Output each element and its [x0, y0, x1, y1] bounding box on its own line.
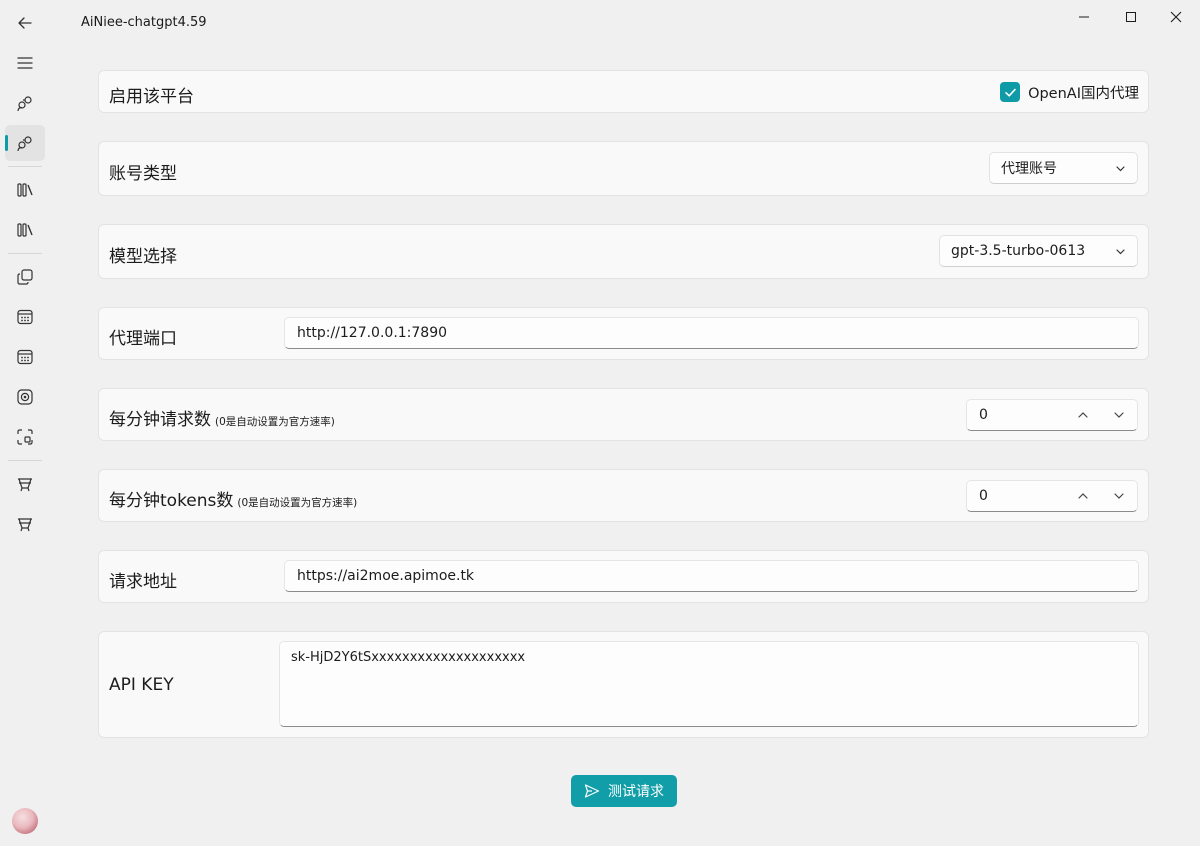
sidebar-item-copy[interactable] [5, 259, 45, 295]
back-button[interactable] [5, 5, 45, 41]
chevron-down-icon [1114, 412, 1124, 418]
rpm-label-text: 每分钟请求数 [109, 410, 211, 430]
proxy-port-label: 代理端口 [109, 329, 177, 349]
tpm-value: 0 [979, 488, 988, 504]
rpm-value: 0 [979, 407, 988, 423]
model-label: 模型选择 [109, 247, 177, 267]
sidebar-divider [8, 166, 42, 167]
chevron-up-icon [1078, 412, 1088, 418]
sidebar-item-calendar-1[interactable] [5, 299, 45, 335]
chevron-down-icon [1103, 246, 1137, 257]
sidebar-divider [8, 460, 42, 461]
enable-platform-card: 启用该平台 OpenAI国内代理 [98, 70, 1149, 113]
navigation-sidebar [0, 0, 50, 846]
api-key-card: API KEY sk-HjD2Y6tSxxxxxxxxxxxxxxxxxxxx [98, 631, 1149, 738]
tpm-label-text: 每分钟tokens数 [109, 491, 234, 511]
rpm-spinbox[interactable]: 0 [966, 399, 1138, 431]
request-url-input[interactable]: https://ai2moe.apimoe.tk [284, 560, 1139, 592]
library-icon [17, 223, 33, 237]
rpm-label: 每分钟请求数 (0是自动设置为官方速率) [109, 405, 335, 430]
calendar-icon [17, 349, 33, 365]
selection-indicator [5, 135, 8, 151]
calendar-icon [17, 309, 33, 325]
sidebar-item-focus[interactable] [5, 419, 45, 455]
basket-icon [18, 478, 32, 492]
copy-icon [17, 269, 33, 285]
test-request-label: 测试请求 [608, 784, 664, 800]
tpm-label: 每分钟tokens数 (0是自动设置为官方速率) [109, 486, 357, 511]
title-bar: AiNiee-chatgpt4.59 [0, 0, 1200, 46]
library-icon [17, 183, 33, 197]
tpm-note: (0是自动设置为官方速率) [237, 497, 358, 509]
sidebar-item-interface-2[interactable] [5, 125, 45, 161]
model-card: 模型选择 gpt-3.5-turbo-0613 [98, 224, 1149, 279]
account-type-value: 代理账号 [1001, 161, 1057, 177]
sidebar-item-interface-1[interactable] [5, 85, 45, 121]
increment-button[interactable] [1065, 400, 1101, 430]
checkmark-icon [1004, 88, 1016, 97]
tpm-card: 每分钟tokens数 (0是自动设置为官方速率) 0 [98, 469, 1149, 522]
api-key-label: API KEY [109, 675, 174, 695]
model-dropdown[interactable]: gpt-3.5-turbo-0613 [939, 235, 1138, 267]
increment-button[interactable] [1065, 481, 1101, 511]
model-value: gpt-3.5-turbo-0613 [951, 243, 1086, 259]
close-button[interactable] [1153, 0, 1199, 34]
sidebar-item-target[interactable] [5, 379, 45, 415]
menu-button[interactable] [5, 45, 45, 81]
request-url-card: 请求地址 https://ai2moe.apimoe.tk [98, 550, 1149, 603]
maximize-button[interactable] [1108, 0, 1154, 34]
sidebar-divider [8, 253, 42, 254]
sidebar-item-library-2[interactable] [5, 212, 45, 248]
sidebar-item-library-1[interactable] [5, 172, 45, 208]
people-icon [17, 136, 32, 152]
account-type-dropdown[interactable]: 代理账号 [989, 152, 1138, 184]
decrement-button[interactable] [1101, 481, 1137, 511]
account-type-label: 账号类型 [109, 164, 177, 184]
openai-proxy-checkbox-group[interactable]: OpenAI国内代理 [1000, 81, 1139, 103]
maximize-icon [1126, 12, 1136, 22]
openai-proxy-checkbox-label: OpenAI国内代理 [1028, 85, 1139, 102]
people-icon [17, 96, 32, 112]
chevron-down-icon [1114, 493, 1124, 499]
proxy-port-card: 代理端口 http://127.0.0.1:7890 [98, 307, 1149, 360]
enable-platform-label: 启用该平台 [109, 87, 194, 107]
basket-icon [18, 518, 32, 532]
account-type-card: 账号类型 代理账号 [98, 141, 1149, 196]
tpm-spinbox[interactable]: 0 [966, 480, 1138, 512]
focus-frame-icon [17, 429, 33, 445]
sidebar-item-basket-2[interactable] [5, 506, 45, 542]
close-icon [1170, 11, 1182, 23]
send-icon [584, 784, 600, 798]
minimize-icon [1079, 16, 1089, 18]
decrement-button[interactable] [1101, 400, 1137, 430]
window-title: AiNiee-chatgpt4.59 [81, 15, 207, 30]
rpm-note: (0是自动设置为官方速率) [215, 416, 335, 428]
minimize-button[interactable] [1061, 0, 1107, 34]
target-icon [17, 389, 33, 405]
avatar[interactable] [12, 808, 38, 834]
openai-proxy-checkbox[interactable] [1000, 82, 1021, 102]
rpm-card: 每分钟请求数 (0是自动设置为官方速率) 0 [98, 388, 1149, 441]
sidebar-item-calendar-2[interactable] [5, 339, 45, 375]
chevron-down-icon [1103, 163, 1137, 174]
request-url-label: 请求地址 [109, 572, 177, 592]
sidebar-item-basket-1[interactable] [5, 466, 45, 502]
api-key-textarea[interactable]: sk-HjD2Y6tSxxxxxxxxxxxxxxxxxxxx [279, 641, 1139, 727]
proxy-port-input[interactable]: http://127.0.0.1:7890 [284, 317, 1139, 349]
chevron-up-icon [1078, 493, 1088, 499]
menu-icon [17, 57, 33, 69]
back-arrow-icon [18, 17, 32, 29]
test-request-button[interactable]: 测试请求 [571, 775, 677, 807]
